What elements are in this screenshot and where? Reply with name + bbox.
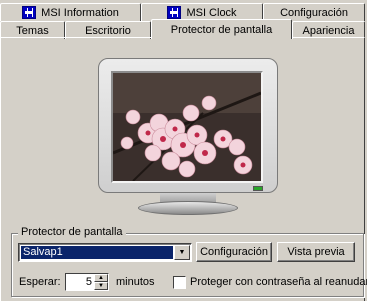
- tab-label: Escritorio: [85, 24, 131, 37]
- settings-button[interactable]: Configuración: [196, 242, 272, 262]
- preview-screen: [111, 71, 263, 183]
- wait-label: Esperar:: [19, 276, 61, 288]
- monitor-led: [253, 186, 263, 191]
- msi-chip-icon: [167, 6, 182, 19]
- msi-chip-icon: [22, 6, 37, 19]
- tab-label: Apariencia: [302, 24, 355, 37]
- monitor-base: [138, 201, 238, 215]
- tab-msi-information[interactable]: MSI Information: [0, 3, 141, 21]
- settings-button-label: Configuración: [200, 246, 268, 258]
- preview-button-label: Vista previa: [287, 246, 345, 258]
- tab-label: Temas: [16, 24, 49, 37]
- wait-value: 5: [85, 276, 92, 288]
- chevron-down-icon[interactable]: ▼: [174, 245, 190, 260]
- monitor-preview: [98, 58, 278, 216]
- wait-spinner[interactable]: 5 ▲ ▼: [65, 273, 109, 291]
- tab-label: MSI Information: [41, 6, 119, 19]
- tab-label: Configuración: [280, 6, 348, 19]
- tab-label: MSI Clock: [186, 6, 237, 19]
- monitor-bezel: [98, 58, 278, 193]
- wait-units-label: minutos: [116, 276, 155, 288]
- spin-up-icon[interactable]: ▲: [94, 274, 108, 282]
- tab-label: Protector de pantalla: [170, 23, 273, 36]
- screensaver-selected-value: Salvap1: [21, 246, 173, 259]
- password-label: Proteger con contraseña al reanudar: [190, 276, 367, 288]
- password-checkbox[interactable]: [173, 276, 186, 289]
- preview-button[interactable]: Vista previa: [277, 242, 355, 262]
- cherry-blossom-photo: [113, 73, 261, 181]
- tab-protector-de-pantalla[interactable]: Protector de pantalla: [151, 19, 292, 39]
- spin-down-icon[interactable]: ▼: [94, 282, 108, 290]
- screensaver-group-label: Protector de pantalla: [18, 226, 126, 238]
- screensaver-select[interactable]: Salvap1 ▼: [18, 243, 192, 262]
